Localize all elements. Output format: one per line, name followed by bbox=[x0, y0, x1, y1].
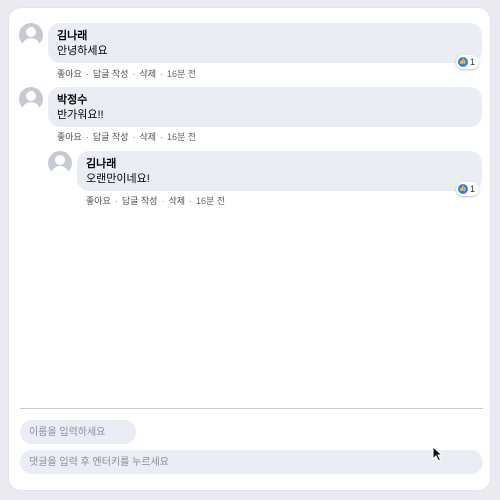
thumbs-up-icon: 👍 bbox=[458, 184, 468, 194]
separator: · bbox=[85, 69, 89, 79]
like-count-badge[interactable]: 👍 1 bbox=[456, 55, 480, 69]
timestamp: 16분 전 bbox=[167, 69, 197, 79]
delete-button[interactable]: 삭제 bbox=[139, 130, 156, 143]
separator: · bbox=[189, 196, 193, 206]
like-count-badge[interactable]: 👍 1 bbox=[456, 182, 480, 196]
user-avatar-icon[interactable] bbox=[19, 23, 43, 47]
like-count: 1 bbox=[470, 57, 476, 67]
comment-actions: 좋아요 · 답글 작성 · 삭제 · 16분 전 bbox=[57, 130, 196, 143]
comment-actions: 좋아요 · 답글 작성 · 삭제 · 16분 전 bbox=[57, 67, 196, 80]
comment-author[interactable]: 김나래 bbox=[57, 30, 473, 43]
delete-button[interactable]: 삭제 bbox=[168, 194, 185, 207]
separator: · bbox=[85, 132, 89, 142]
separator: · bbox=[161, 196, 165, 206]
comment-bubble: 박정수 반가워요!! bbox=[48, 87, 482, 127]
comment-author[interactable]: 박정수 bbox=[57, 94, 473, 107]
like-button[interactable]: 좋아요 bbox=[57, 67, 82, 80]
thumbs-up-icon: 👍 bbox=[458, 57, 468, 67]
comment-bubble: 김나래 오랜만이네요! bbox=[77, 151, 482, 191]
mouse-pointer-icon bbox=[432, 446, 444, 462]
user-avatar-icon[interactable] bbox=[48, 151, 72, 175]
timestamp: 16분 전 bbox=[167, 132, 197, 142]
comment-text: 안녕하세요 bbox=[57, 45, 108, 57]
timestamp: 16분 전 bbox=[196, 196, 226, 206]
comment-text: 반가워요!! bbox=[57, 109, 104, 121]
comment-author[interactable]: 김나래 bbox=[86, 158, 473, 171]
comment-panel: 김나래 안녕하세요 👍 1 좋아요 · 답글 작성 · 삭제 · 16분 전 박정수 반가워… bbox=[9, 8, 490, 490]
comment-input[interactable] bbox=[20, 450, 483, 474]
reply-button[interactable]: 답글 작성 bbox=[93, 130, 129, 143]
comment-actions: 좋아요 · 답글 작성 · 삭제 · 16분 전 bbox=[86, 194, 225, 207]
separator: · bbox=[160, 69, 164, 79]
form-divider bbox=[20, 408, 483, 409]
delete-button[interactable]: 삭제 bbox=[139, 67, 156, 80]
user-avatar-icon[interactable] bbox=[19, 87, 43, 111]
separator: · bbox=[132, 69, 136, 79]
separator: · bbox=[132, 132, 136, 142]
comment-bubble: 김나래 안녕하세요 bbox=[48, 23, 482, 63]
reply-button[interactable]: 답글 작성 bbox=[122, 194, 158, 207]
separator: · bbox=[160, 132, 164, 142]
comment-text: 오랜만이네요! bbox=[86, 173, 150, 185]
like-button[interactable]: 좋아요 bbox=[57, 130, 82, 143]
reply-button[interactable]: 답글 작성 bbox=[93, 67, 129, 80]
like-count: 1 bbox=[470, 184, 476, 194]
like-button[interactable]: 좋아요 bbox=[86, 194, 111, 207]
name-input[interactable] bbox=[20, 420, 136, 444]
separator: · bbox=[114, 196, 118, 206]
